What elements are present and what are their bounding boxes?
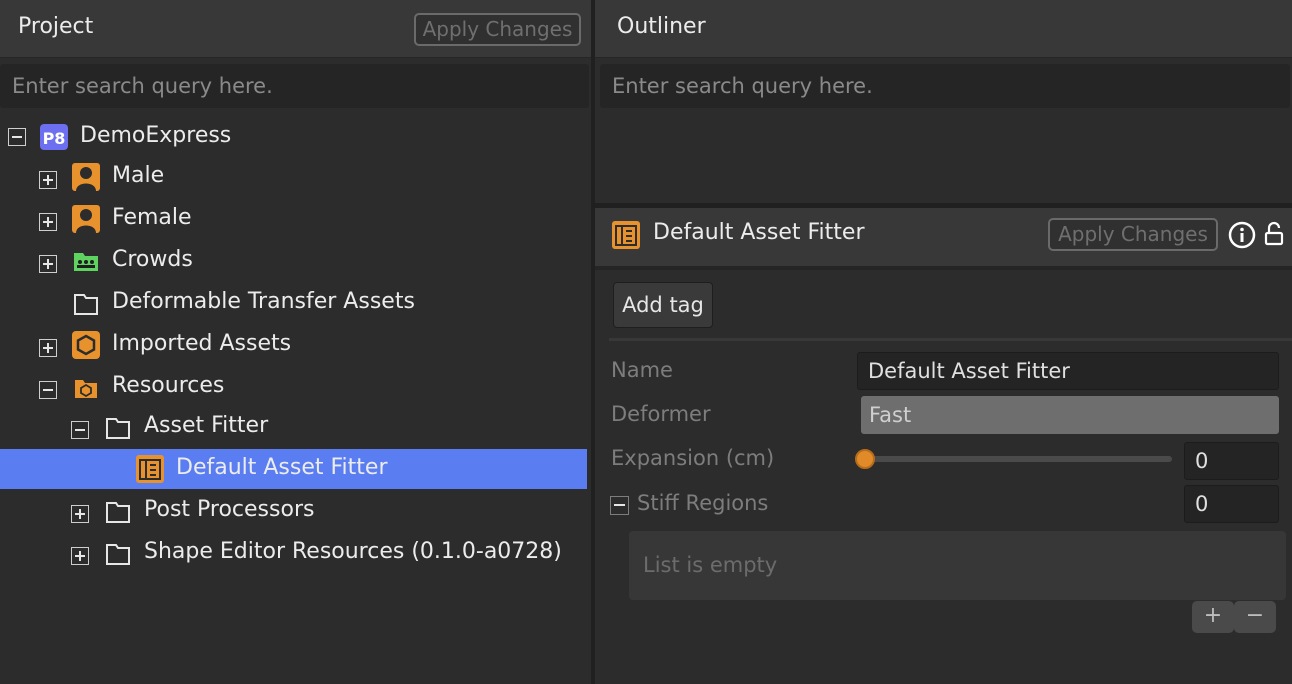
tree-item-asset-fitter[interactable]: Asset Fitter <box>0 407 587 447</box>
folder-icon <box>103 412 133 442</box>
resource-folder-icon <box>71 372 101 402</box>
tree-item-label: Resources <box>112 373 225 398</box>
tree-item-label: Imported Assets <box>112 331 292 356</box>
outliner-list <box>595 110 1292 204</box>
tree-item-label: Female <box>112 205 192 230</box>
tree-item-deformable-transfer-assets[interactable]: Deformable Transfer Assets <box>0 283 587 323</box>
inspector-body: Add tag Name Default Asset Fitter Deform… <box>595 270 1292 684</box>
expand-icon[interactable] <box>39 339 57 357</box>
expansion-value-field[interactable]: 0 <box>1184 442 1279 480</box>
info-icon[interactable] <box>1228 221 1256 249</box>
inspector-separator <box>609 338 1292 341</box>
inspector-header: Default Asset Fitter Apply Changes <box>595 208 1292 266</box>
tree-item-post-processors[interactable]: Post Processors <box>0 491 587 531</box>
tree-item-default-asset-fitter[interactable]: Default Asset Fitter <box>0 449 587 489</box>
outliner-header: Outliner <box>595 0 1292 58</box>
name-label: Name <box>611 358 673 382</box>
tree-item-crowds[interactable]: Crowds <box>0 241 587 281</box>
inspector-title: Default Asset Fitter <box>653 220 865 245</box>
svg-text:P8: P8 <box>43 129 66 148</box>
add-item-button[interactable]: + <box>1192 601 1234 633</box>
outliner-search-field[interactable] <box>600 64 1290 108</box>
project-search-input[interactable] <box>0 64 589 108</box>
tree-item-label: Post Processors <box>144 497 315 522</box>
folder-icon <box>71 288 101 318</box>
tree-item-resources[interactable]: Resources <box>0 367 587 407</box>
outliner-search-input[interactable] <box>600 64 1290 108</box>
add-tag-button[interactable]: Add tag <box>613 282 713 328</box>
collapse-icon[interactable] <box>8 128 26 146</box>
stiff-regions-label: Stiff Regions <box>637 491 769 515</box>
project-title: Project <box>18 14 94 39</box>
project-header: Project Apply Changes <box>0 0 591 58</box>
asset-fitter-icon <box>135 454 165 484</box>
tree-item-label: Male <box>112 163 165 188</box>
collapse-icon[interactable] <box>71 421 89 439</box>
name-field[interactable]: Default Asset Fitter <box>857 352 1279 390</box>
inspector-apply-changes-button[interactable]: Apply Changes <box>1048 218 1218 251</box>
asset-fitter-icon <box>611 220 641 250</box>
person-icon <box>71 162 101 192</box>
lock-icon[interactable] <box>1263 220 1285 248</box>
tree-item-shape-editor-resources[interactable]: Shape Editor Resources (0.1.0-a0728) <box>0 533 587 573</box>
expand-icon[interactable] <box>39 213 57 231</box>
hexagon-icon <box>71 330 101 360</box>
outliner-panel: Outliner Default Asset Fitter Apply Chan… <box>595 0 1292 684</box>
project-apply-changes-button[interactable]: Apply Changes <box>414 13 581 46</box>
tree-item-label: Shape Editor Resources (0.1.0-a0728) <box>144 539 562 564</box>
project-panel: Project Apply Changes P8 DemoExpress Mal… <box>0 0 591 684</box>
tree-item-female[interactable]: Female <box>0 199 587 239</box>
tree-item-label: Deformable Transfer Assets <box>112 289 415 314</box>
collapse-icon[interactable] <box>39 381 57 399</box>
project-search-field[interactable] <box>0 64 589 108</box>
tree-item-label: DemoExpress <box>80 123 232 148</box>
folder-icon <box>103 496 133 526</box>
crowds-icon <box>71 246 101 276</box>
expand-icon[interactable] <box>71 547 89 565</box>
tree-item-label: Default Asset Fitter <box>176 455 388 480</box>
tree-item-imported-assets[interactable]: Imported Assets <box>0 325 587 365</box>
stiff-regions-count-field[interactable]: 0 <box>1184 485 1279 523</box>
outliner-title: Outliner <box>617 14 706 39</box>
tree-item-demoexpress[interactable]: P8 DemoExpress <box>0 117 587 157</box>
expand-icon[interactable] <box>71 505 89 523</box>
expand-icon[interactable] <box>39 255 57 273</box>
expansion-label: Expansion (cm) <box>611 446 775 470</box>
tree-item-label: Crowds <box>112 247 193 272</box>
stiff-regions-list: List is empty <box>629 531 1286 600</box>
person-icon <box>71 204 101 234</box>
expansion-slider-handle[interactable] <box>855 449 875 469</box>
folder-icon <box>103 538 133 568</box>
tree-item-label: Asset Fitter <box>144 413 269 438</box>
deformer-dropdown[interactable]: Fast <box>861 396 1279 434</box>
list-empty-text: List is empty <box>643 553 778 577</box>
deformer-label: Deformer <box>611 402 711 426</box>
tree-item-male[interactable]: Male <box>0 157 587 197</box>
remove-item-button[interactable]: − <box>1234 601 1276 633</box>
collapse-icon[interactable] <box>610 496 629 515</box>
p8-project-icon: P8 <box>39 122 69 152</box>
expand-icon[interactable] <box>39 171 57 189</box>
expansion-slider[interactable] <box>861 456 1172 462</box>
